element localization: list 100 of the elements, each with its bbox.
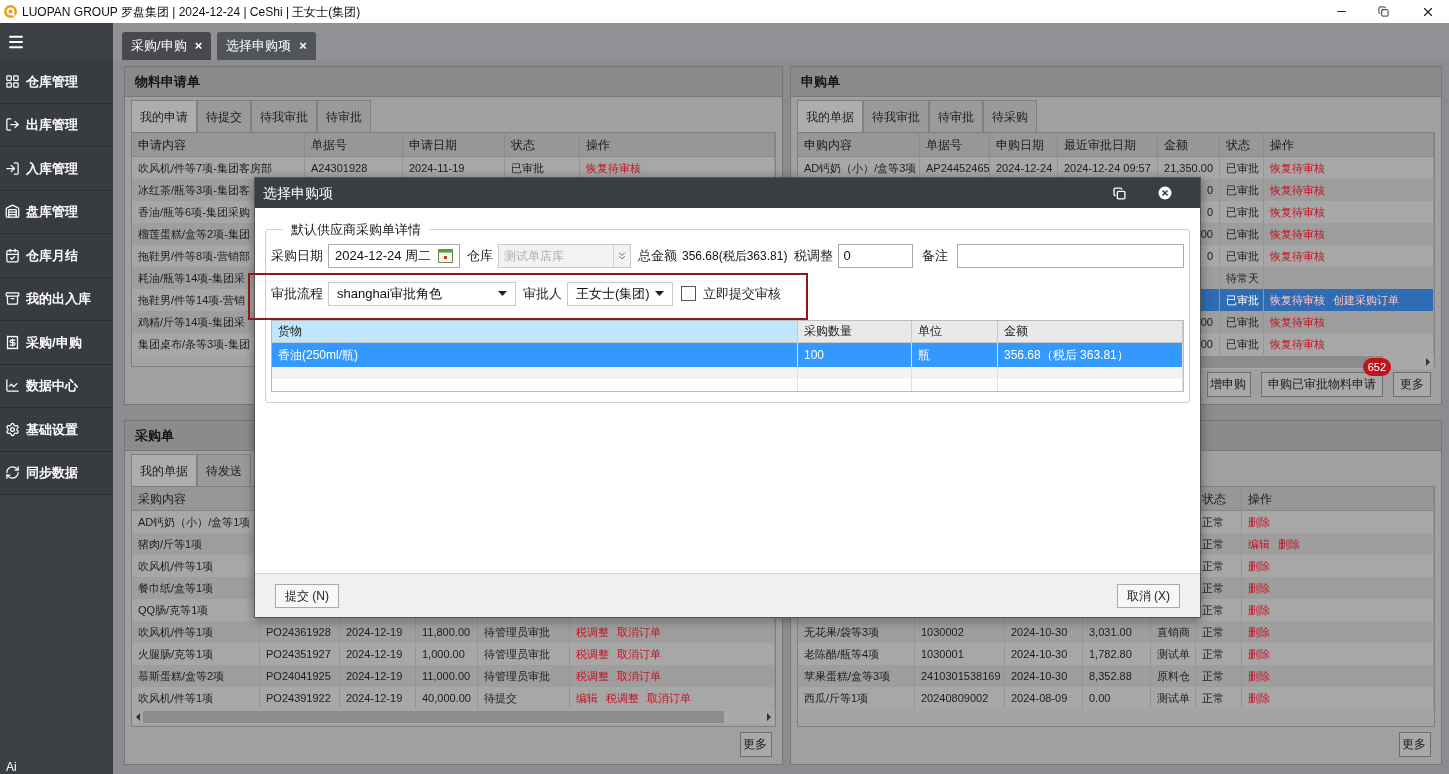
- calendar-icon: [5, 247, 20, 263]
- table-cell-text: 待管理员审批: [484, 668, 550, 684]
- table-cell-text: 猪肉/斤等1项: [138, 536, 203, 552]
- table-cell-text: 餐巾纸/盒等1项: [138, 580, 214, 596]
- archive-icon: [5, 291, 20, 307]
- panel-tab[interactable]: 待我审批: [251, 100, 317, 132]
- caret-icon: [498, 291, 507, 296]
- column-heading: 采购内容: [138, 490, 186, 508]
- field-label: 审批人: [523, 284, 562, 303]
- panel-button[interactable]: 更多: [1399, 731, 1431, 757]
- table-cell-text: 正常: [1202, 558, 1224, 574]
- table-cell-text: 2024-11-19: [409, 160, 465, 176]
- panel-button[interactable]: 申购已审批物料申请: [1261, 371, 1383, 397]
- table-cell-text: 2410301538169: [921, 668, 1001, 684]
- sidebar-item[interactable]: 数据中心: [0, 364, 113, 408]
- sidebar-item[interactable]: 入库管理: [0, 147, 113, 191]
- table-cell-text: 2024-12-19: [346, 624, 403, 640]
- arrow-icon[interactable]: [764, 712, 774, 722]
- table-cell-text: 拖鞋男/件等14项-营销: [138, 292, 245, 308]
- panel-tab[interactable]: 待审批: [929, 100, 983, 132]
- table-cell-text: 已审批: [1226, 226, 1259, 242]
- panel-tab[interactable]: 待提交: [197, 100, 251, 132]
- panel-tab[interactable]: 待我审批: [863, 100, 929, 132]
- sidebar-item[interactable]: 仓库管理: [0, 60, 113, 104]
- grid-cell-text: 356.68（税后 363.81）: [1004, 346, 1129, 364]
- table-cell-text: AD钙奶（小）/盒等1项: [138, 514, 251, 530]
- tax-adjust-field[interactable]: 0: [838, 243, 914, 268]
- dialog-button[interactable]: 提交 (N): [275, 583, 339, 608]
- tab-close-button[interactable]: ×: [299, 36, 307, 56]
- column-heading: 金额: [1164, 136, 1188, 154]
- total-amount: 356.68(税后363.81): [682, 247, 788, 265]
- panel-tab[interactable]: 待采购: [983, 100, 1037, 132]
- sidebar-item[interactable]: 同步数据: [0, 451, 113, 495]
- grid-icon: [5, 73, 20, 89]
- page-tab[interactable]: 选择申购项 ×: [217, 32, 316, 60]
- panel-button[interactable]: 增申购: [1207, 371, 1251, 397]
- table-cell-text: 已审批: [1226, 182, 1259, 198]
- table-cell-text: 11,800.00: [422, 624, 471, 640]
- grid-column-heading[interactable]: 采购数量: [798, 320, 912, 342]
- table-cell-text: 1,000.00: [422, 646, 465, 662]
- sidebar-item[interactable]: 采购/申购: [0, 321, 113, 365]
- table-cell-text: 正常: [1202, 536, 1224, 552]
- arrow-icon[interactable]: [1423, 357, 1433, 367]
- panel-tab[interactable]: 待审批: [317, 100, 371, 132]
- grid-column-heading[interactable]: 金额: [998, 320, 1183, 342]
- table-cell-text: 吹风机/件等7项-集团客房部: [138, 160, 272, 176]
- table-cell-text: 00: [1200, 336, 1213, 352]
- column-heading: 单据号: [926, 136, 962, 154]
- table-cell-text: 2024-08-09: [1011, 690, 1068, 706]
- restore-icon[interactable]: [1113, 186, 1126, 200]
- table-cell-text: 慕斯蛋糕/盒等2项: [138, 668, 225, 684]
- grid-column-heading[interactable]: 货物: [272, 320, 798, 342]
- column-heading: 单据号: [311, 136, 347, 154]
- table-row[interactable]: 无花果/袋等3项 1030002 2024-10-30 3,031.00 直销商 正常 删除: [798, 621, 1434, 643]
- action-link[interactable]: 创建采购订单: [1333, 291, 1399, 309]
- panel-tab[interactable]: 待发送: [197, 454, 251, 486]
- table-cell-text: PO24041925: [266, 668, 331, 684]
- sidebar-item[interactable]: 出库管理: [0, 103, 113, 147]
- remark-field[interactable]: [957, 243, 1184, 268]
- panel-button[interactable]: 更多: [740, 731, 772, 757]
- scrollbar[interactable]: [133, 710, 774, 724]
- checkbox[interactable]: [681, 286, 696, 301]
- panel-tab[interactable]: 我的单据: [131, 454, 197, 486]
- table-cell-text: 已审批: [511, 160, 544, 176]
- panel-button[interactable]: 更多: [1393, 371, 1431, 397]
- approval-flow-select[interactable]: shanghai审批角色: [328, 281, 516, 306]
- field-label: 税调整: [794, 246, 834, 265]
- table-cell-text: 正常: [1202, 624, 1224, 640]
- date-field[interactable]: 2024-12-24 周二: [328, 243, 460, 268]
- sidebar-item[interactable]: 盘库管理: [0, 190, 113, 234]
- grid-column-heading[interactable]: 单位: [912, 320, 998, 342]
- dialog-button[interactable]: 取消 (X): [1116, 583, 1180, 608]
- page-tab[interactable]: 采购/申购 ×: [122, 32, 212, 60]
- receipt-icon: [5, 334, 20, 350]
- table-cell-text: 正常: [1202, 646, 1224, 662]
- restore-icon[interactable]: [1378, 6, 1389, 17]
- table-row[interactable]: 苹果蛋糕/盒等3项 2410301538169 2024-10-30 8,352.88 原料仓 正常 删除: [798, 665, 1434, 687]
- tab-close-button[interactable]: ×: [194, 36, 203, 56]
- chart-icon: [5, 378, 20, 394]
- action-link[interactable]: 恢复待审核: [1270, 291, 1325, 309]
- table-cell-text: 榴莲蛋糕/盒等2项-集团: [138, 226, 250, 242]
- sidebar-item[interactable]: 仓库月结: [0, 234, 113, 278]
- sidebar-footer-text: Ai: [5, 760, 18, 774]
- close-icon[interactable]: [1158, 186, 1172, 200]
- sidebar-item[interactable]: 我的出入库: [0, 277, 113, 321]
- calendar-icon[interactable]: [438, 248, 453, 263]
- refresh-icon: [5, 465, 20, 481]
- table-cell-text: 已审批: [1226, 248, 1259, 264]
- table-cell-text: 正常: [1202, 514, 1224, 530]
- table-cell-text: 苹果蛋糕/盒等3项: [804, 668, 891, 684]
- table-cell-text: 火腿肠/克等1项: [138, 646, 214, 662]
- panel-tab[interactable]: 我的单据: [797, 100, 863, 132]
- approver-select[interactable]: 王女士(集团): [567, 281, 673, 306]
- panel-tab[interactable]: 我的申请: [131, 100, 197, 132]
- table-cell-text: 西瓜/斤等1项: [804, 690, 869, 706]
- table-cell-text: 已审批: [1226, 314, 1259, 330]
- table-cell-text: 1030001: [921, 646, 964, 662]
- table-cell-text: 0.00: [1089, 690, 1111, 706]
- sidebar-item[interactable]: 基础设置: [0, 408, 113, 452]
- grid-cell-text: 香油(250ml/瓶): [278, 346, 358, 364]
